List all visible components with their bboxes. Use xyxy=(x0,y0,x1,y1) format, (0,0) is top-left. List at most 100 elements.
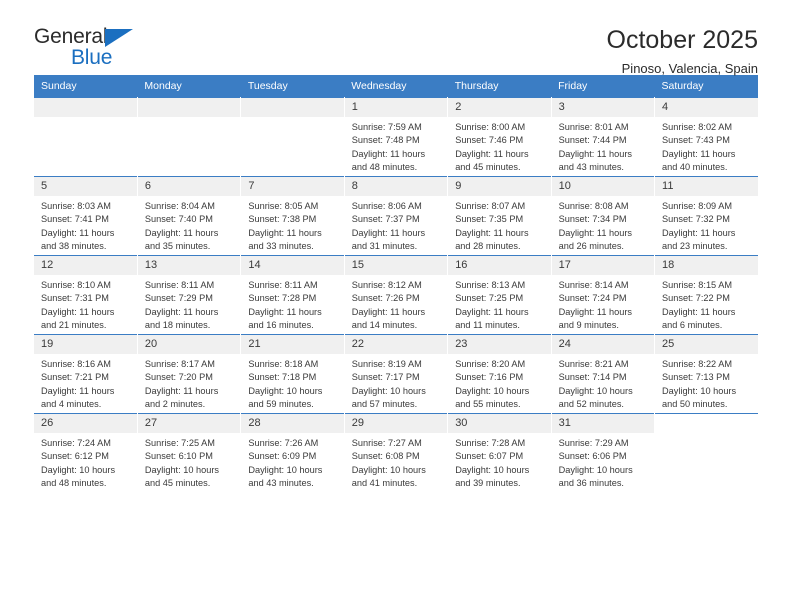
daylight-line: Daylight: 11 hours xyxy=(455,148,529,159)
calendar-day-cell[interactable]: 28 Sunrise: 7:26 AM Sunset: 6:09 PM Dayligh… xyxy=(240,413,345,492)
calendar-day-cell[interactable]: 26 Sunrise: 7:24 AM Sunset: 6:12 PM Dayligh… xyxy=(34,413,138,492)
calendar-day-cell[interactable]: 6 Sunrise: 8:04 AM Sunset: 7:40 PM Daylight… xyxy=(137,176,242,256)
logo-text-general: General xyxy=(34,25,108,48)
day-detail-text: Sunrise: 8:17 AM Sunset: 7:20 PM Daylight:… xyxy=(138,354,240,411)
day-number: 12 xyxy=(34,256,137,276)
calendar-day-cell[interactable]: 13 Sunrise: 8:11 AM Sunset: 7:29 PM Dayligh… xyxy=(137,255,242,335)
daylight-line: Daylight: 11 hours xyxy=(455,306,529,317)
day-number: 5 xyxy=(34,177,137,197)
calendar-day-cell[interactable]: 8 Sunrise: 8:06 AM Sunset: 7:37 PM Daylight… xyxy=(344,176,449,256)
sunset-line: Sunset: 7:46 PM xyxy=(455,135,524,146)
calendar-day-cell[interactable]: 19 Sunrise: 8:16 AM Sunset: 7:21 PM Dayligh… xyxy=(34,334,138,414)
sunset-line: Sunset: 7:43 PM xyxy=(662,135,730,146)
daylight-line: and 50 minutes. xyxy=(662,398,728,409)
calendar-day-cell[interactable]: 27 Sunrise: 7:25 AM Sunset: 6:10 PM Dayligh… xyxy=(137,413,242,492)
day-number xyxy=(34,98,137,118)
day-number: 16 xyxy=(448,256,551,276)
day-number: 10 xyxy=(551,177,655,197)
daylight-line: and 9 minutes. xyxy=(558,319,619,330)
sunset-line: Sunset: 7:14 PM xyxy=(558,372,627,383)
day-number: 28 xyxy=(241,414,344,434)
daylight-line: Daylight: 11 hours xyxy=(662,306,736,317)
sunrise-line: Sunrise: 7:59 AM xyxy=(351,122,422,133)
sunset-line: Sunset: 6:08 PM xyxy=(351,451,420,462)
daylight-line: and 52 minutes. xyxy=(558,398,624,409)
calendar-day-cell[interactable]: 18 Sunrise: 8:15 AM Sunset: 7:22 PM Dayligh… xyxy=(654,255,758,335)
calendar-day-cell[interactable]: 25 Sunrise: 8:22 AM Sunset: 7:13 PM Dayligh… xyxy=(654,334,758,414)
daylight-line: and 40 minutes. xyxy=(662,161,728,172)
sunrise-line: Sunrise: 8:01 AM xyxy=(558,122,629,133)
weekday-header-wednesday: Wednesday xyxy=(344,75,448,98)
sunrise-line: Sunrise: 8:11 AM xyxy=(144,280,215,291)
day-number: 4 xyxy=(655,98,758,118)
daylight-line: Daylight: 11 hours xyxy=(351,227,426,238)
sunrise-line: Sunrise: 8:16 AM xyxy=(41,359,111,370)
sunrise-line: Sunrise: 8:13 AM xyxy=(455,280,526,291)
day-number: 24 xyxy=(551,335,655,355)
calendar-day-cell[interactable]: 22 Sunrise: 8:19 AM Sunset: 7:17 PM Dayligh… xyxy=(344,334,449,414)
daylight-line: and 26 minutes. xyxy=(558,240,624,251)
sunrise-line: Sunrise: 7:24 AM xyxy=(41,438,111,449)
day-number: 7 xyxy=(241,177,344,197)
day-detail-text: Sunrise: 7:24 AM Sunset: 6:12 PM Daylight:… xyxy=(34,433,137,490)
calendar-day-cell[interactable]: 30 Sunrise: 7:28 AM Sunset: 6:07 PM Dayligh… xyxy=(447,413,552,492)
calendar-day-cell[interactable]: 24 Sunrise: 8:21 AM Sunset: 7:14 PM Dayligh… xyxy=(551,334,656,414)
day-detail-text: Sunrise: 8:01 AM Sunset: 7:44 PM Daylight:… xyxy=(552,117,654,174)
triangle-icon xyxy=(105,29,133,47)
calendar-day-cell[interactable]: 9 Sunrise: 8:07 AM Sunset: 7:35 PM Daylight… xyxy=(447,176,552,256)
calendar-day-cell[interactable]: 2 Sunrise: 8:00 AM Sunset: 7:46 PM Daylight… xyxy=(447,97,552,177)
daylight-line: Daylight: 11 hours xyxy=(558,227,632,238)
weekday-header-row: Sunday Monday Tuesday Wednesday Thursday Frid… xyxy=(34,75,758,98)
sunset-line: Sunset: 6:09 PM xyxy=(248,451,317,462)
title-block: October 2025 Pinoso, Valencia, Spain xyxy=(607,26,759,76)
day-number: 21 xyxy=(241,335,344,355)
calendar-day-cell[interactable]: 15 Sunrise: 8:12 AM Sunset: 7:26 PM Dayligh… xyxy=(344,255,449,335)
calendar-day-cell[interactable]: 7 Sunrise: 8:05 AM Sunset: 7:38 PM Daylight… xyxy=(240,176,345,256)
calendar-day-cell[interactable]: 10 Sunrise: 8:08 AM Sunset: 7:34 PM Dayligh… xyxy=(551,176,656,256)
sunset-line: Sunset: 7:32 PM xyxy=(662,214,730,225)
general-blue-logo[interactable]: General Blue xyxy=(34,26,144,72)
day-number: 1 xyxy=(344,98,448,118)
day-number: 17 xyxy=(551,256,655,276)
calendar-day-cell[interactable]: 3 Sunrise: 8:01 AM Sunset: 7:44 PM Daylight… xyxy=(551,97,656,177)
calendar-week-row: 12 Sunrise: 8:10 AM Sunset: 7:31 PM Dayligh… xyxy=(34,255,758,335)
weekday-header-sunday: Sunday xyxy=(34,75,138,98)
daylight-line: Daylight: 10 hours xyxy=(41,464,116,475)
calendar-day-cell[interactable]: 12 Sunrise: 8:10 AM Sunset: 7:31 PM Dayligh… xyxy=(34,255,138,335)
daylight-line: Daylight: 10 hours xyxy=(558,385,633,396)
sunset-line: Sunset: 7:18 PM xyxy=(248,372,317,383)
sunset-line: Sunset: 7:22 PM xyxy=(662,293,730,304)
logo-text-blue: Blue xyxy=(71,46,113,69)
page-title: October 2025 xyxy=(606,26,759,54)
weekday-header-thursday: Thursday xyxy=(447,75,552,98)
calendar-day-cell[interactable]: 31 Sunrise: 7:29 AM Sunset: 6:06 PM Dayligh… xyxy=(551,413,656,492)
calendar-week-row: 5 Sunrise: 8:03 AM Sunset: 7:41 PM Daylight… xyxy=(34,176,758,256)
day-detail-text: Sunrise: 8:05 AM Sunset: 7:38 PM Daylight:… xyxy=(241,196,343,253)
calendar-day-cell[interactable]: 20 Sunrise: 8:17 AM Sunset: 7:20 PM Dayligh… xyxy=(137,334,242,414)
daylight-line: and 28 minutes. xyxy=(455,240,521,251)
daylight-line: and 45 minutes. xyxy=(144,477,211,488)
calendar-day-cell[interactable]: 11 Sunrise: 8:09 AM Sunset: 7:32 PM Dayligh… xyxy=(654,176,758,256)
daylight-line: Daylight: 11 hours xyxy=(144,306,219,317)
day-detail-text: Sunrise: 7:25 AM Sunset: 6:10 PM Daylight:… xyxy=(138,433,240,490)
calendar-day-cell[interactable]: 5 Sunrise: 8:03 AM Sunset: 7:41 PM Daylight… xyxy=(34,176,138,256)
day-number: 14 xyxy=(241,256,344,276)
day-number: 25 xyxy=(655,335,758,355)
sunrise-line: Sunrise: 8:10 AM xyxy=(41,280,111,291)
calendar-day-cell[interactable]: 21 Sunrise: 8:18 AM Sunset: 7:18 PM Dayligh… xyxy=(240,334,345,414)
daylight-line: Daylight: 10 hours xyxy=(248,385,323,396)
calendar-day-cell[interactable]: 17 Sunrise: 8:14 AM Sunset: 7:24 PM Dayligh… xyxy=(551,255,656,335)
calendar-day-cell[interactable]: 23 Sunrise: 8:20 AM Sunset: 7:16 PM Dayligh… xyxy=(447,334,552,414)
calendar-week-row: 1 Sunrise: 7:59 AM Sunset: 7:48 PM Daylight… xyxy=(34,97,758,177)
calendar-day-cell[interactable]: 1 Sunrise: 7:59 AM Sunset: 7:48 PM Daylight… xyxy=(344,97,449,177)
calendar-day-cell[interactable]: 4 Sunrise: 8:02 AM Sunset: 7:43 PM Daylight… xyxy=(654,97,758,177)
sunset-line: Sunset: 6:12 PM xyxy=(41,451,109,462)
sunset-line: Sunset: 7:13 PM xyxy=(662,372,730,383)
calendar-day-cell[interactable]: 16 Sunrise: 8:13 AM Sunset: 7:25 PM Dayligh… xyxy=(447,255,552,335)
day-detail-text: Sunrise: 8:02 AM Sunset: 7:43 PM Daylight:… xyxy=(655,117,758,174)
day-number: 30 xyxy=(448,414,551,434)
calendar-day-cell[interactable]: 29 Sunrise: 7:27 AM Sunset: 6:08 PM Dayligh… xyxy=(344,413,449,492)
calendar-day-cell[interactable]: 14 Sunrise: 8:11 AM Sunset: 7:28 PM Dayligh… xyxy=(240,255,345,335)
daylight-line: Daylight: 10 hours xyxy=(248,464,323,475)
sunset-line: Sunset: 7:40 PM xyxy=(144,214,213,225)
